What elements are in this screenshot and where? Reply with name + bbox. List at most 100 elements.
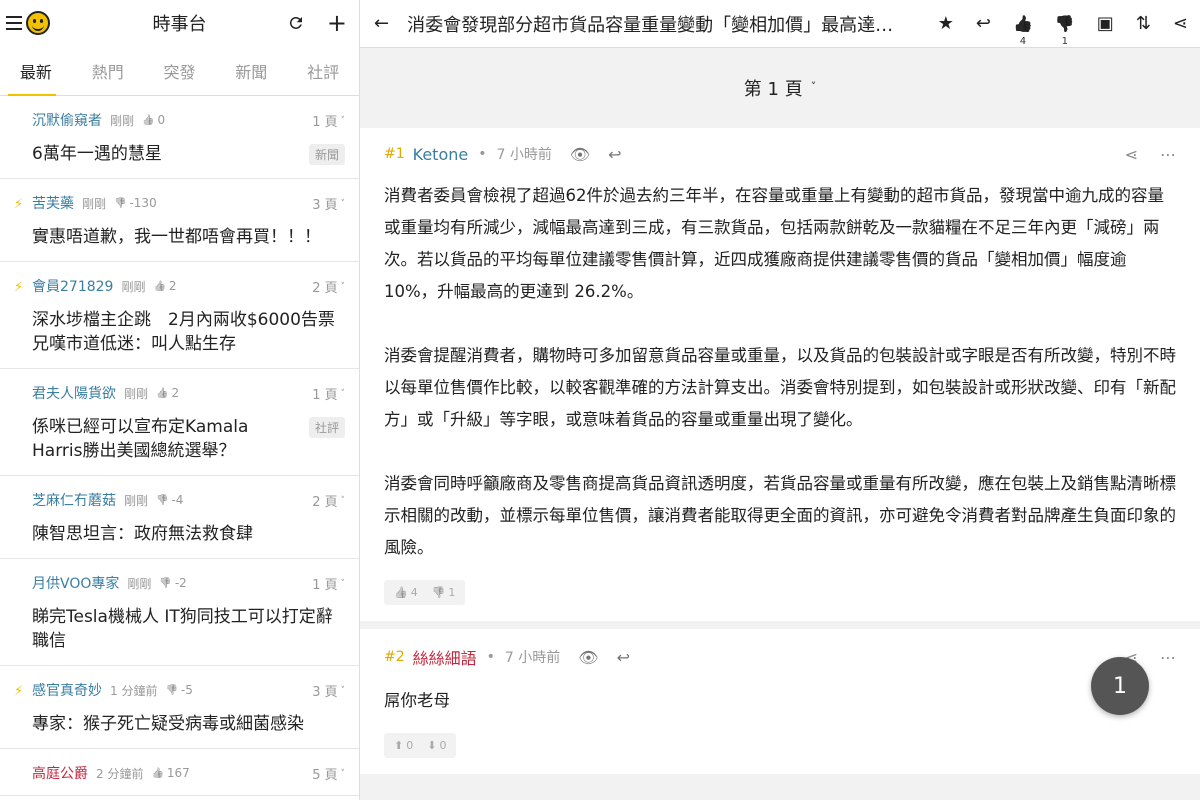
thread-meta: 高庭公爵 2 分鐘前 👍 167 5 頁 <box>32 763 345 783</box>
thread-pages[interactable]: 5 頁 <box>312 764 345 783</box>
arrow-down-icon: ⬇ <box>427 739 437 752</box>
thumb-down-icon: 👎 <box>159 577 172 589</box>
thumb-down-icon[interactable]: 👎 1 <box>1054 14 1075 47</box>
chevron-down-icon: ˅ <box>810 79 817 93</box>
eye-icon[interactable]: 👁 <box>578 648 598 667</box>
tab-熱門[interactable]: 熱門 <box>72 46 144 95</box>
thread-time: 剛剛 <box>110 113 135 128</box>
filter-icon[interactable]: ⇅ <box>1136 13 1151 34</box>
thread-meta: 苦芙藥 剛剛 👎 -130 3 頁 <box>32 193 345 213</box>
reply-body: 消費者委員會檢視了超過62件於過去約三年半，在容量或重量上有變動的超市貨品，發現… <box>384 180 1176 564</box>
reply-post: #1 Ketone • 7 小時前 👁 ↩ ⋖ ⋯ 消費者委員會檢視了超過62件於過去約三年半，… <box>360 128 1200 621</box>
thread-meta: 感官真奇妙 1 分鐘前 👎 -5 3 頁 <box>32 680 345 700</box>
plus-icon[interactable]: + <box>327 11 347 35</box>
star-icon[interactable]: ★ <box>938 13 954 34</box>
thread-tag: 社評 <box>308 417 345 438</box>
thread-pages[interactable]: 1 頁 <box>312 111 345 130</box>
thread-author[interactable]: 沉默偷窺者 <box>32 110 102 130</box>
share-icon[interactable]: ⋖ <box>1173 13 1188 34</box>
downvote-count: 0 <box>439 739 447 752</box>
thread-pages[interactable]: 3 頁 <box>312 681 345 700</box>
lightning-icon: ⚡ <box>14 280 24 295</box>
thread-author[interactable]: 苦芙藥 <box>32 193 74 213</box>
thread-time: 剛剛 <box>127 576 152 591</box>
tab-社評[interactable]: 社評 <box>287 46 359 95</box>
thread-author[interactable]: 會員271829 <box>32 276 113 296</box>
thread-votes: 👍 0 <box>142 113 165 127</box>
thread-item[interactable]: ⚡ 會員271829 剛剛 👍2 2 頁深水埗檔主企跳 2月內兩收$6000告票 兄嘆市… <box>0 262 359 369</box>
reply-paragraph: 消費者委員會檢視了超過62件於過去約三年半，在容量或重量上有變動的超市貨品，發現… <box>384 186 1164 301</box>
thread-votes: 👎 -2 <box>159 576 186 590</box>
reply-time: 7 小時前 <box>496 147 552 163</box>
downvote-button[interactable]: ⬇ 0 <box>427 739 446 752</box>
thumb-down-icon-glyph: 👎 <box>1054 14 1075 33</box>
thread-title-row: 深水埗檔主企跳 2月內兩收$6000告票 兄嘆市道低迷：叫人點生存 <box>32 308 352 356</box>
upvote-button[interactable]: ⬆ 0 <box>394 739 413 752</box>
thread-votes: 👎 -130 <box>114 196 157 210</box>
reply-author[interactable]: Ketone <box>413 145 469 164</box>
more-icon[interactable]: ⋯ <box>1160 145 1176 164</box>
thread-vote-count: 2 <box>168 279 177 293</box>
page-selector-label: 第 1 頁 <box>743 79 803 100</box>
thread-title: 係咪已經可以宣布定Kamala Harris勝出美國總統選舉？ <box>32 417 249 461</box>
thread-author[interactable]: 君夫人陽貨欲 <box>32 383 116 403</box>
thread-author[interactable]: 芝麻仁冇蘑菇 <box>32 490 116 510</box>
hamburger-icon[interactable] <box>6 16 22 30</box>
thumb-up-icon: 👍 <box>394 586 408 599</box>
thumb-up-icon[interactable]: 👍 4 <box>1013 14 1033 47</box>
app: 時事台 + 最新熱門突發新聞社評 沉默偷窺者剛剛👍01 頁6萬年一遇的慧星新聞⚡… <box>0 0 1200 800</box>
reply-icon-glyph: ↩ <box>975 13 991 34</box>
thread-title: 6萬年一遇的慧星 <box>32 144 162 164</box>
thread-author[interactable]: 月供VOO專家 <box>32 573 119 593</box>
upvote-count: 4 <box>410 586 418 599</box>
reply-vote: 👍 4 👎 1 <box>384 580 466 605</box>
thumb-down-icon: 👎 <box>431 586 446 599</box>
thread-vote-count: 167 <box>166 766 190 780</box>
thread-pages[interactable]: 3 頁 <box>312 194 345 213</box>
thread-time: 剛剛 <box>121 279 146 294</box>
reply-floor: #2 <box>384 649 405 665</box>
downvote-button[interactable]: 👎 1 <box>432 586 456 599</box>
quote-reply-icon[interactable]: ↩ <box>617 648 630 667</box>
reply-author[interactable]: 絲絲細語 <box>413 645 477 669</box>
sidebar-header: 時事台 + <box>0 0 359 46</box>
topic-header: ← 消委會發現部分超市貨品容量重量變動「變相加價」最高達 26.2% ★ ↩ 👍 4 👎… <box>360 0 1200 48</box>
quote-reply-icon[interactable]: ↩ <box>608 145 621 164</box>
upvote-button[interactable]: 👍 4 <box>394 586 418 599</box>
page-selector[interactable]: 第 1 頁 ˅ <box>360 48 1200 128</box>
thumb-down-icon: 👎 <box>156 494 169 506</box>
reply-body: 屌你老母 <box>384 685 1176 717</box>
sidebar: 時事台 + 最新熱門突發新聞社評 沉默偷窺者剛剛👍01 頁6萬年一遇的慧星新聞⚡… <box>0 0 360 800</box>
refresh-icon[interactable] <box>287 14 305 32</box>
thread-author[interactable]: 高庭公爵 <box>32 763 88 783</box>
thread-item[interactable]: 月供VOO專家剛剛 👎-2 1 頁睇完Tesla機械人 IT狗同技工可以打定辭職信 <box>0 559 359 666</box>
share-icon[interactable]: ⋖ <box>1125 145 1138 164</box>
thumb-up-icon: 👍 <box>156 387 169 399</box>
reply-post: #2 絲絲細語 • 7 小時前 👁 ↩ ⋖ ⋯ 屌你老母 ⬆ 0 ⬇ 0 <box>360 629 1200 774</box>
thread-item[interactable]: 高庭公爵 2 分鐘前 👍 167 5 頁 <box>0 749 359 796</box>
image-icon[interactable]: ▣ <box>1097 13 1114 34</box>
tab-新聞[interactable]: 新聞 <box>215 46 287 95</box>
thread-pages[interactable]: 2 頁 <box>312 277 345 296</box>
thread-pages[interactable]: 1 頁 <box>312 574 345 593</box>
thread-item[interactable]: ⚡ 苦芙藥剛剛 👎-130 3 頁實惠唔道歉，我一世都唔會再買！！！ <box>0 179 359 262</box>
back-arrow-icon[interactable]: ← <box>374 13 389 34</box>
page-jump-button[interactable]: 1 <box>1091 657 1149 715</box>
thread-item[interactable]: 沉默偷窺者剛剛 👍0 1 頁 6萬年一遇的慧星 新聞 <box>0 96 359 179</box>
tab-最新[interactable]: 最新 <box>0 46 72 96</box>
smiley-logo[interactable] <box>26 11 50 35</box>
reply-meta: #1 Ketone • 7 小時前 👁 ↩ ⋖ ⋯ <box>384 144 1176 164</box>
thread-author[interactable]: 感官真奇妙 <box>32 680 102 700</box>
thread-pages[interactable]: 2 頁 <box>312 491 345 510</box>
thread-item[interactable]: 君夫人陽貨欲剛剛 👍2 1 頁係咪已經可以宣布定Kamala Harris勝出美國總… <box>0 369 359 476</box>
thread-item[interactable]: 芝麻仁冇蘑菇剛剛 👎-4 2 頁陳智思坦言：政府無法救食肆 <box>0 476 359 559</box>
tab-突發[interactable]: 突發 <box>144 46 216 95</box>
thread-item[interactable]: ⚡ 感官真奇妙 1 分鐘前 👎-5 3 頁專家：猴子死亡疑受病毒或細菌感染 <box>0 666 359 749</box>
thread-vote-count: -5 <box>180 683 193 697</box>
reply-icon[interactable]: ↩ <box>976 13 991 34</box>
more-icon[interactable]: ⋯ <box>1160 648 1176 667</box>
eye-icon[interactable]: 👁 <box>570 145 590 164</box>
thread-title: 專家：猴子死亡疑受病毒或細菌感染 <box>32 714 304 734</box>
thumb-down-icon: 👎 <box>114 197 127 209</box>
thread-pages[interactable]: 1 頁 <box>312 384 345 403</box>
